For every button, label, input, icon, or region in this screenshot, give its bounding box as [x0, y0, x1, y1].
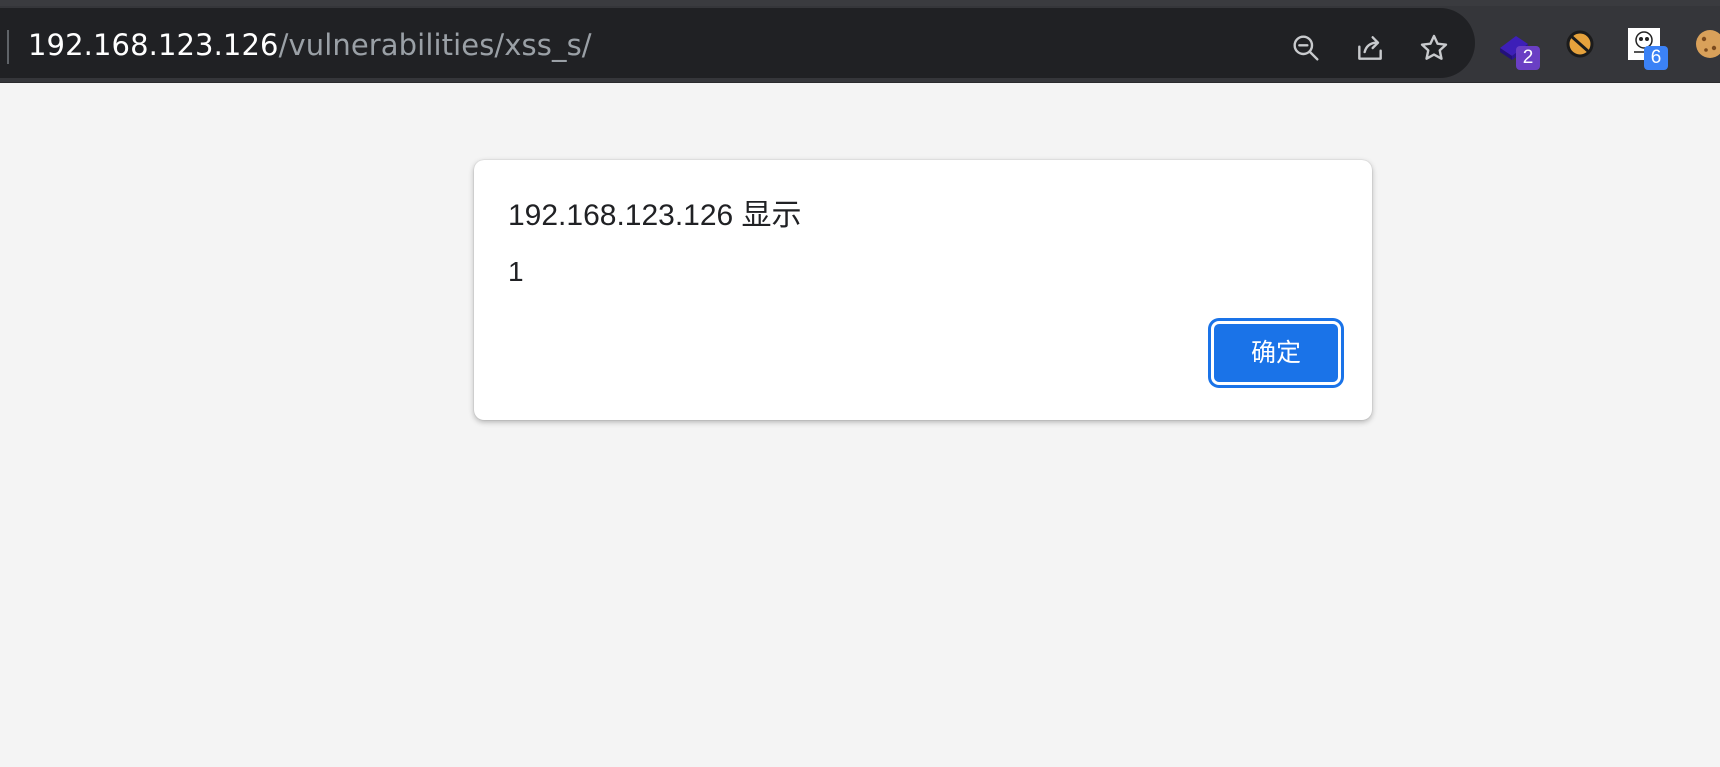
address-separator: [7, 30, 9, 64]
page-content: 192.168.123.126 显示 1 确定: [0, 84, 1720, 767]
extension-stack-icon[interactable]: 2: [1494, 24, 1542, 72]
alert-dialog: 192.168.123.126 显示 1 确定: [474, 160, 1372, 420]
extension-badge-count: 2: [1516, 46, 1540, 70]
dialog-message: 1: [508, 256, 524, 287]
share-icon[interactable]: [1352, 30, 1388, 66]
star-bookmark-icon[interactable]: [1416, 30, 1452, 66]
extension-badge-count: 6: [1644, 46, 1668, 70]
url-path: /vulnerabilities/xss_s/: [278, 28, 592, 62]
extension-blocked-icon[interactable]: [1558, 24, 1606, 72]
dialog-title: 192.168.123.126 显示: [508, 199, 802, 232]
url-text[interactable]: 192.168.123.126/vulnerabilities/xss_s/: [28, 26, 592, 64]
url-host: 192.168.123.126: [28, 28, 279, 62]
zoom-out-icon[interactable]: [1288, 30, 1324, 66]
ok-button[interactable]: 确定: [1211, 321, 1341, 385]
extension-panda-icon[interactable]: 6: [1622, 24, 1670, 72]
extension-cookie-icon[interactable]: [1686, 24, 1720, 72]
address-bar[interactable]: 全 192.168.123.126/vulnerabilities/xss_s/: [0, 8, 1475, 78]
browser-toolbar: 全 192.168.123.126/vulnerabilities/xss_s/…: [0, 6, 1720, 83]
